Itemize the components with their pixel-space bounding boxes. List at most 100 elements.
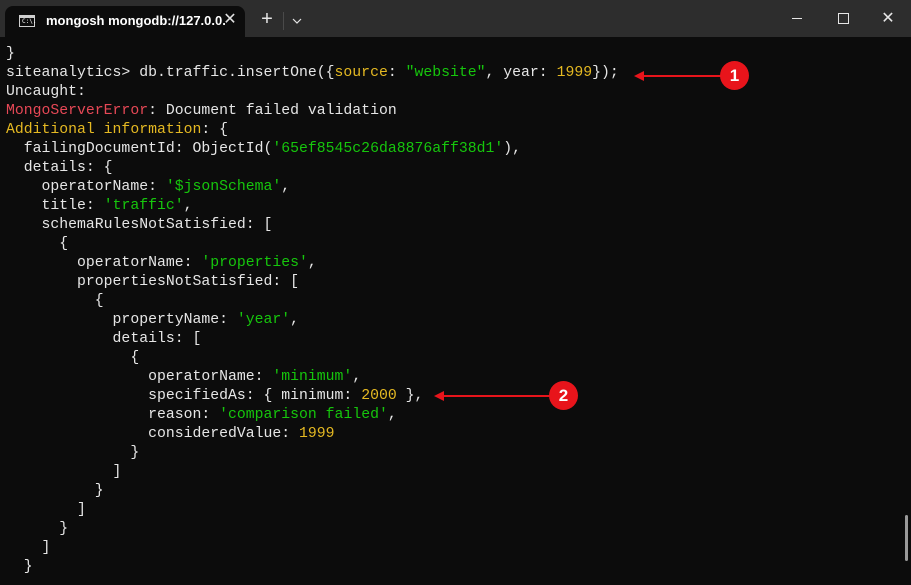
terminal-text-segment: } [6, 46, 15, 62]
maximize-button[interactable] [820, 0, 866, 37]
terminal-text-segment: , [307, 255, 317, 271]
terminal-text-segment: , [290, 312, 300, 328]
terminal-text-segment: ] [6, 502, 86, 518]
terminal-icon: C:\. [19, 15, 36, 27]
terminal-text-segment: specifiedAs: { minimum: [6, 388, 362, 404]
terminal-line: failingDocumentId: ObjectId('65ef8545c26… [6, 140, 619, 159]
terminal-text-segment: : { [201, 122, 228, 138]
close-icon: ✕ [881, 9, 895, 27]
terminal-line: schemaRulesNotSatisfied: [ [6, 216, 619, 235]
arrow-line [440, 395, 555, 397]
terminal-line: operatorName: 'properties', [6, 254, 619, 273]
terminal-text-segment: 1999 [556, 65, 593, 81]
terminal-line: Uncaught: [6, 83, 619, 102]
terminal-text-segment: propertiesNotSatisfied: [ [6, 274, 300, 290]
terminal-text-segment: : Document failed validation [148, 103, 397, 119]
terminal-line: ] [6, 539, 619, 558]
terminal-line: consideredValue: 1999 [6, 425, 619, 444]
terminal-line: propertyName: 'year', [6, 311, 619, 330]
terminal-line: } [6, 444, 619, 463]
terminal-text-segment: consideredValue: [6, 426, 300, 442]
terminal-text-segment: '65ef8545c26da8876aff38d1' [272, 141, 504, 157]
title-bar: C:\. mongosh mongodb://127.0.0. ✕ + ✕ [0, 0, 911, 37]
terminal-line: operatorName: 'minimum', [6, 368, 619, 387]
terminal-line: { [6, 349, 619, 368]
terminal-text-segment: title: [6, 198, 104, 214]
terminal-text-segment: schemaRulesNotSatisfied: [ [6, 217, 273, 233]
terminal-text-segment: 'traffic' [103, 198, 184, 214]
terminal-text-segment: Uncaught: [6, 84, 86, 100]
terminal-text-segment: reason: [6, 407, 220, 423]
terminal-text-segment: } [6, 445, 140, 461]
terminal-text-segment: } [6, 483, 104, 499]
terminal-text-segment: : [387, 65, 406, 81]
terminal-text-segment: operatorName: [6, 369, 273, 385]
terminal-line: details: { [6, 159, 619, 178]
terminal-line: { [6, 292, 619, 311]
terminal-text-segment: } [6, 521, 69, 537]
terminal-text-segment: details: [ [6, 331, 202, 347]
annotation-badge: 2 [549, 381, 578, 410]
tab-separator [283, 12, 284, 30]
terminal-text-segment: , [352, 369, 362, 385]
minimize-icon [792, 18, 802, 19]
terminal-text-segment: Additional information [6, 122, 202, 138]
terminal-text-segment: 'comparison failed' [219, 407, 388, 423]
terminal-text-segment: 'year' [236, 312, 291, 328]
terminal-text-segment: }); [592, 65, 619, 81]
terminal-line: ] [6, 501, 619, 520]
minimize-button[interactable] [774, 0, 820, 37]
terminal-text-segment: , [387, 407, 397, 423]
terminal-text-segment: operatorName: [6, 179, 166, 195]
terminal-line: MongoServerError: Document failed valida… [6, 102, 619, 121]
terminal-text-segment: operatorName: [6, 255, 202, 271]
terminal-line: { [6, 235, 619, 254]
terminal-line: propertiesNotSatisfied: [ [6, 273, 619, 292]
terminal-line: } [6, 482, 619, 501]
terminal-text-segment: details: { [6, 160, 113, 176]
chevron-down-icon[interactable] [288, 10, 306, 30]
terminal-text-segment: , [281, 179, 291, 195]
terminal-text-segment: 'properties' [201, 255, 308, 271]
close-window-button[interactable]: ✕ [865, 0, 911, 37]
terminal-line: siteanalytics> db.traffic.insertOne({sou… [6, 64, 619, 83]
terminal-text-segment: failingDocumentId: ObjectId( [6, 141, 273, 157]
terminal-text-segment: } [6, 559, 33, 575]
terminal-lines: } siteanalytics> db.traffic.insertOne({so… [6, 45, 619, 577]
terminal-line: title: 'traffic', [6, 197, 619, 216]
terminal-line: } [6, 558, 619, 577]
close-tab-icon[interactable]: ✕ [220, 9, 240, 31]
terminal-line: reason: 'comparison failed', [6, 406, 619, 425]
scrollbar[interactable] [905, 515, 908, 561]
terminal-text-segment: ] [6, 464, 122, 480]
terminal-line: details: [ [6, 330, 619, 349]
chevron-down-glyph [292, 18, 302, 24]
terminal-line: } [6, 45, 619, 64]
terminal-text-segment: '$jsonSchema' [165, 179, 282, 195]
maximize-icon [837, 13, 849, 24]
annotation-badge: 1 [720, 61, 749, 90]
terminal-text-segment: { [6, 350, 140, 366]
tab-title: mongosh mongodb://127.0.0. [46, 13, 226, 28]
terminal-text-segment: ] [6, 540, 51, 556]
terminal-line: Additional information: { [6, 121, 619, 140]
terminal-text-segment: "website" [405, 65, 486, 81]
terminal-text-segment: , year: [485, 65, 557, 81]
terminal-tab[interactable]: C:\. mongosh mongodb://127.0.0. ✕ [5, 6, 245, 37]
terminal-text-segment: 'minimum' [272, 369, 353, 385]
terminal-line: ] [6, 463, 619, 482]
terminal-text-segment: , [183, 198, 193, 214]
terminal-text-segment: ), [503, 141, 522, 157]
terminal-text-segment: { [6, 293, 104, 309]
terminal-text-segment: siteanalytics> db.traffic.insertOne({ [6, 65, 335, 81]
terminal-text-segment: propertyName: [6, 312, 237, 328]
terminal-text-segment: 1999 [299, 426, 335, 442]
arrow-line [640, 75, 725, 77]
new-tab-button[interactable]: + [257, 9, 277, 30]
terminal-text-segment: 2000 [361, 388, 397, 404]
terminal-line: operatorName: '$jsonSchema', [6, 178, 619, 197]
terminal-text-segment: { [6, 236, 69, 252]
terminal-line: } [6, 520, 619, 539]
terminal-text-segment: MongoServerError [6, 103, 149, 119]
terminal-output[interactable]: } siteanalytics> db.traffic.insertOne({so… [0, 37, 911, 585]
